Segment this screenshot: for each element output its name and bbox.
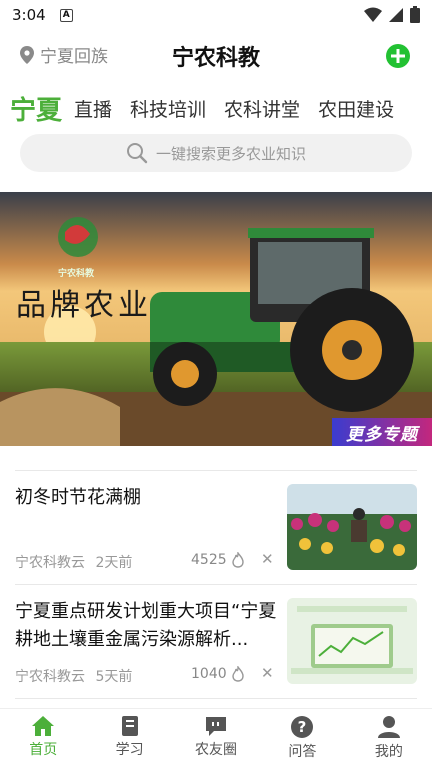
news-title: 宁夏重点研发计划重大项目“宁夏耕地土壤重金属污染源解析... bbox=[15, 601, 277, 650]
user-icon bbox=[377, 716, 400, 738]
nav-label: 学习 bbox=[115, 742, 144, 758]
page-title: 宁农科教 bbox=[171, 46, 260, 71]
close-icon[interactable]: ✕ bbox=[261, 664, 274, 682]
news-view-count: 4525 bbox=[191, 552, 227, 568]
signal-icon bbox=[389, 7, 403, 22]
nav-profile[interactable]: 我的 bbox=[346, 709, 432, 768]
news-time: 2天前 bbox=[95, 555, 133, 571]
bottom-nav: 首页 学习 农友圈 ? 问答 我的 bbox=[0, 708, 432, 768]
flame-icon bbox=[231, 552, 244, 568]
search-icon bbox=[126, 143, 148, 164]
notification-a-icon: A bbox=[59, 8, 73, 22]
news-meta: 宁农科教云 5天前 bbox=[15, 666, 138, 686]
book-icon bbox=[121, 716, 138, 736]
nav-home[interactable]: 首页 bbox=[0, 709, 86, 768]
category-tabs: 宁夏 直播 科技培训 农科讲堂 农田建设 bbox=[0, 88, 432, 128]
banner[interactable]: 品牌农业 宁农科教 更多专题 bbox=[0, 192, 432, 446]
news-meta: 宁农科教云 2天前 bbox=[15, 552, 138, 572]
nav-label: 我的 bbox=[374, 744, 403, 760]
wifi-icon bbox=[364, 7, 382, 22]
news-view-count: 1040 bbox=[191, 666, 227, 682]
search-placeholder: 一键搜索更多农业知识 bbox=[155, 144, 306, 163]
tab-farmland-construction[interactable]: 农田建设 bbox=[318, 95, 394, 122]
plus-icon bbox=[391, 49, 405, 63]
nav-label: 首页 bbox=[29, 742, 58, 758]
news-views: 4525 bbox=[191, 552, 245, 568]
home-icon bbox=[32, 716, 55, 736]
status-bar: 3:04 A bbox=[0, 0, 432, 30]
news-source: 宁农科教云 bbox=[15, 669, 85, 685]
nav-farmer-circle[interactable]: 农友圈 bbox=[173, 709, 259, 768]
nav-study[interactable]: 学习 bbox=[86, 709, 172, 768]
divider bbox=[15, 470, 417, 471]
search-input[interactable]: 一键搜索更多农业知识 bbox=[20, 134, 412, 172]
divider bbox=[15, 698, 417, 699]
tab-ningxia[interactable]: 宁夏 bbox=[10, 90, 62, 127]
top-header: 宁夏回族 宁农科教 bbox=[0, 34, 432, 78]
news-views: 1040 bbox=[191, 666, 245, 682]
add-button[interactable] bbox=[386, 44, 410, 68]
nav-qa[interactable]: ? 问答 bbox=[259, 709, 345, 768]
tab-tech-training[interactable]: 科技培训 bbox=[130, 95, 206, 122]
chat-icon bbox=[206, 717, 227, 736]
battery-icon bbox=[410, 6, 420, 23]
divider bbox=[15, 584, 417, 585]
news-thumbnail bbox=[287, 484, 417, 570]
news-thumbnail bbox=[287, 598, 417, 684]
news-item[interactable]: 初冬时节花满棚 宁农科教云 2天前 4525 ✕ bbox=[15, 472, 417, 576]
nav-label: 问答 bbox=[288, 744, 317, 760]
status-icons bbox=[364, 6, 420, 23]
svg-text:?: ? bbox=[298, 718, 307, 736]
news-item[interactable]: 宁夏重点研发计划重大项目“宁夏耕地土壤重金属污染源解析... 宁农科教云 5天前… bbox=[15, 586, 417, 690]
question-icon: ? bbox=[291, 716, 314, 738]
status-time: 3:04 bbox=[12, 6, 46, 24]
news-time: 5天前 bbox=[95, 669, 133, 685]
nav-label: 农友圈 bbox=[195, 742, 238, 758]
banner-logo-text: 宁农科教 bbox=[58, 269, 95, 279]
close-icon[interactable]: ✕ bbox=[261, 550, 274, 568]
news-source: 宁农科教云 bbox=[15, 555, 85, 571]
banner-brand-text: 品牌农业 bbox=[16, 288, 152, 323]
flame-icon bbox=[231, 666, 244, 682]
tab-agri-lecture[interactable]: 农科讲堂 bbox=[224, 95, 300, 122]
more-topics-button[interactable]: 更多专题 bbox=[332, 418, 432, 446]
news-title: 初冬时节花满棚 bbox=[15, 487, 141, 508]
tab-live[interactable]: 直播 bbox=[74, 95, 112, 122]
